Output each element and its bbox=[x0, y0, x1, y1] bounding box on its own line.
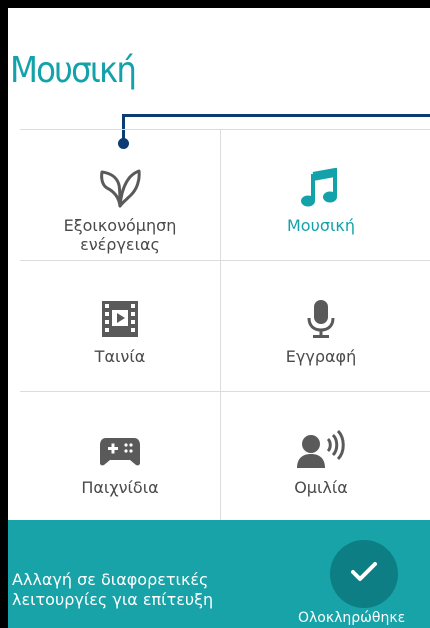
checkmark-icon bbox=[351, 562, 377, 586]
mode-movie[interactable]: Ταινία bbox=[20, 261, 220, 389]
mode-label: Ταινία bbox=[94, 347, 146, 366]
mode-label: Εξοικονόμηση ενέργειας bbox=[63, 216, 177, 254]
gamepad-icon bbox=[98, 430, 142, 470]
leaf-icon bbox=[98, 168, 142, 208]
mode-power-saving[interactable]: Εξοικονόμηση ενέργειας bbox=[20, 130, 220, 258]
music-note-icon bbox=[301, 168, 341, 208]
mode-recording[interactable]: Εγγραφή bbox=[221, 261, 421, 389]
tutorial-hint-text: Αλλαγή σε διαφορετικές λειτουργίες για ε… bbox=[12, 570, 214, 609]
mode-label: Παιχνίδια bbox=[81, 478, 159, 497]
page-title: Μουσική bbox=[10, 50, 137, 91]
tutorial-footer: Αλλαγή σε διαφορετικές λειτουργίες για ε… bbox=[8, 520, 430, 628]
mode-music[interactable]: Μουσική bbox=[221, 130, 421, 258]
done-button[interactable] bbox=[330, 540, 398, 608]
mode-speech[interactable]: Ομιλία bbox=[221, 392, 421, 520]
speaker-voice-icon bbox=[295, 430, 347, 470]
microphone-icon bbox=[301, 299, 341, 339]
film-icon bbox=[100, 299, 140, 339]
mode-label: Ομιλία bbox=[294, 478, 348, 497]
mode-games[interactable]: Παιχνίδια bbox=[20, 392, 220, 520]
tutorial-pointer-line bbox=[122, 114, 430, 117]
mode-grid: Εξοικονόμηση ενέργειας Μουσική Ταινία Εγ… bbox=[20, 130, 430, 522]
screen: Μουσική Εξοικονόμηση ενέργειας Μουσική Τ… bbox=[8, 8, 430, 628]
mode-label: Μουσική bbox=[287, 216, 355, 235]
done-label[interactable]: Ολοκληρώθηκε bbox=[298, 610, 405, 626]
mode-label: Εγγραφή bbox=[285, 347, 357, 366]
